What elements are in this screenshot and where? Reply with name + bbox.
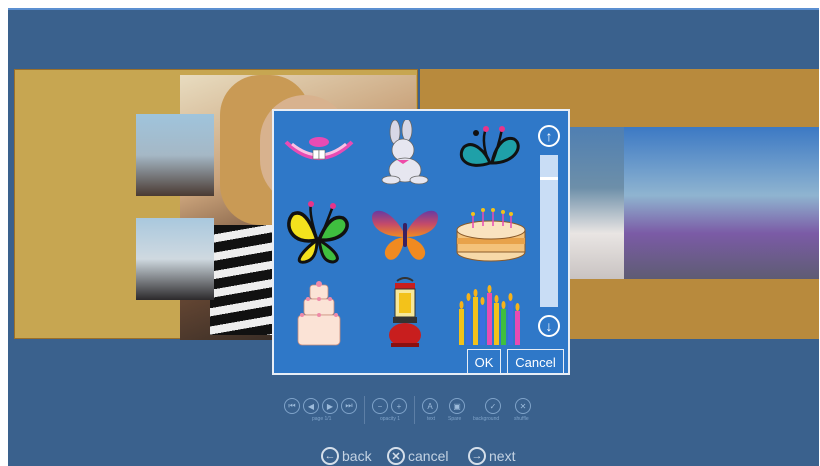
cancel-nav-button[interactable]: ✕ cancel [387, 445, 448, 466]
cancel-label: cancel [408, 448, 449, 464]
back-label: back [342, 448, 372, 464]
editor-toolbar: ⏮ ◀ ▶ ⏭ page 1/1 − + opacity 1 A text ▣ … [284, 394, 584, 428]
clipart-butterfly-teal[interactable] [452, 117, 530, 189]
clipart-dialog: ↑ ↓ OK Cancel [272, 109, 570, 375]
toolbar-divider [414, 396, 415, 424]
zoom-in-icon[interactable]: + [391, 398, 407, 414]
clipart-wedding-cake[interactable] [280, 277, 358, 349]
opacity-label: opacity 1 [380, 416, 401, 422]
clipart-butterfly-yellow-green[interactable] [280, 197, 358, 269]
wedding-cake-icon [297, 281, 341, 346]
next-label: next [489, 448, 516, 464]
clipart-lantern[interactable] [366, 277, 444, 349]
scroll-thumb[interactable] [540, 177, 558, 180]
butterfly-icon [287, 201, 349, 264]
clipart-scrollbar[interactable]: ↑ ↓ [536, 117, 564, 341]
clipart-bunny[interactable] [366, 117, 444, 189]
bunny-icon [381, 120, 429, 185]
toolbar-divider [364, 396, 365, 424]
lantern-icon [389, 277, 421, 347]
photo-couple-sea[interactable] [624, 127, 819, 279]
clipart-candles[interactable] [452, 277, 530, 349]
next-button[interactable]: → next [468, 445, 515, 466]
spare-icon[interactable]: ▣ [449, 398, 465, 414]
shuffle-label: shuffle [514, 416, 529, 422]
arrow-right-circle-icon: → [468, 447, 486, 465]
butterfly-icon [459, 126, 520, 167]
close-circle-icon: ✕ [387, 447, 405, 465]
text-icon[interactable]: A [422, 398, 438, 414]
photo-woman-deck[interactable] [136, 218, 214, 300]
scroll-track[interactable] [540, 155, 558, 307]
arrow-left-circle-icon: ← [321, 447, 339, 465]
page-label: page 1/1 [312, 416, 332, 422]
clipart-mouth-smile[interactable] [280, 117, 358, 189]
back-button[interactable]: ← back [321, 445, 372, 466]
cancel-button[interactable]: Cancel [507, 349, 564, 375]
last-page-icon[interactable]: ⏭ [341, 398, 357, 414]
arrow-up-circle-icon[interactable]: ↑ [538, 125, 560, 147]
photo-man-sunglasses[interactable] [561, 127, 629, 279]
photo-woman-railing[interactable] [136, 114, 214, 196]
prev-page-icon[interactable]: ◀ [303, 398, 319, 414]
butterfly-icon [372, 210, 438, 260]
top-accent-bar [8, 8, 819, 10]
ok-button[interactable]: OK [467, 349, 501, 375]
spare-label: Spare [448, 416, 462, 422]
next-page-icon[interactable]: ▶ [322, 398, 338, 414]
background-icon[interactable]: ✓ [485, 398, 501, 414]
clipart-butterfly-purple-orange[interactable] [366, 197, 444, 269]
shuffle-icon[interactable]: ✕ [515, 398, 531, 414]
arrow-down-circle-icon[interactable]: ↓ [538, 315, 560, 337]
clipart-birthday-cake[interactable] [452, 197, 530, 269]
text-label: text [427, 416, 436, 422]
app-window: ↑ ↓ OK Cancel ⏮ ◀ ▶ ⏭ page 1/1 − + opaci… [8, 8, 819, 466]
mouth-icon [284, 137, 354, 160]
first-page-icon[interactable]: ⏮ [284, 398, 300, 414]
candles-icon [459, 285, 520, 345]
zoom-out-icon[interactable]: − [372, 398, 388, 414]
cake-icon [456, 208, 526, 262]
background-label: background [473, 416, 500, 422]
